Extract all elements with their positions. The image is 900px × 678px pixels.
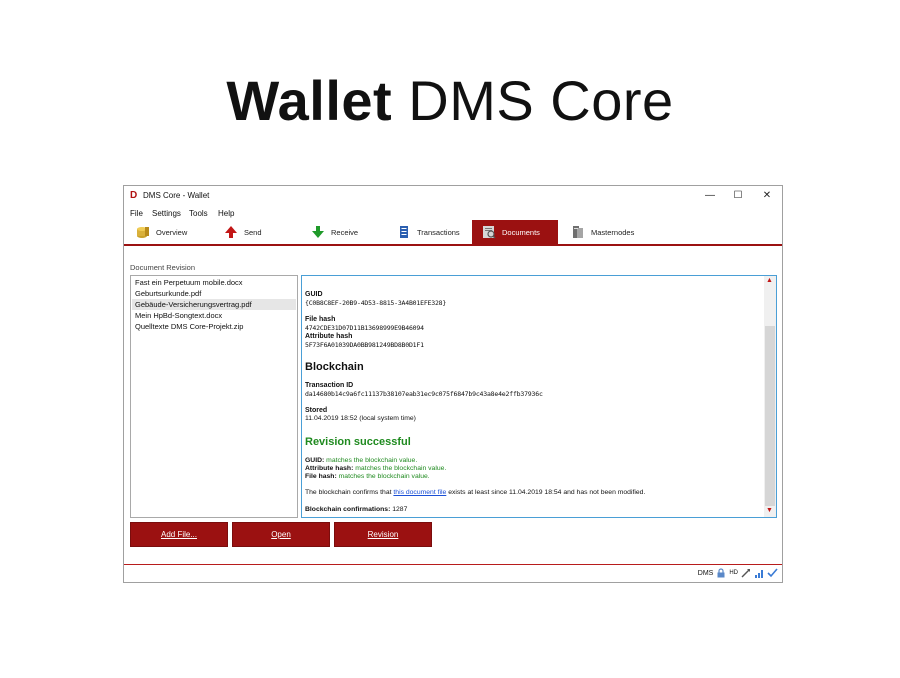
unit-label[interactable]: DMS	[698, 570, 714, 577]
title-light: DMS Core	[408, 69, 674, 132]
app-window: D DMS Core - Wallet — ☐ ✕ File Settings …	[123, 185, 783, 583]
revision-heading: Revision successful	[305, 436, 411, 448]
confirm-sentence: The blockchain confirms that this docume…	[305, 489, 645, 496]
list-item[interactable]: Mein HpBd-Songtext.docx	[132, 310, 296, 321]
app-logo-icon: D	[130, 190, 138, 201]
guid-value: {C0B8C8EF-20B9-4D53-8815-3A4B01EFE328}	[305, 299, 447, 307]
page-title: Wallet DMS Core	[0, 68, 900, 133]
list-item-selected[interactable]: Gebäude-Versicherungsvertrag.pdf	[132, 299, 296, 310]
synced-check-icon	[767, 568, 778, 578]
hd-icon: HD	[729, 570, 738, 576]
txid-value: da14680b14c9a6fc11137b38107eab31ec9c075f…	[305, 390, 543, 398]
file-match-text: matches the blockchain value.	[338, 473, 430, 480]
document-icon	[483, 226, 496, 239]
receive-arrow-icon	[312, 226, 324, 238]
list-item[interactable]: Quelltexte DMS Core-Projekt.zip	[132, 321, 296, 332]
attr-match-line: Attribute hash: matches the blockchain v…	[305, 465, 446, 472]
send-arrow-icon	[225, 226, 237, 238]
tab-label: Masternodes	[591, 227, 635, 237]
coins-icon	[137, 227, 149, 238]
tab-documents[interactable]: Documents	[472, 220, 558, 244]
attribute-hash-value: 5F73F6A01039DA0BB981249BD8B0D1F1	[305, 341, 424, 349]
tab-bar: Overview Send Receive Transactions Docum…	[124, 220, 782, 244]
scroll-up-icon[interactable]: ▲	[766, 277, 773, 284]
tab-send[interactable]: Send	[224, 220, 304, 244]
tab-masternodes[interactable]: Masternodes	[571, 220, 661, 244]
list-icon	[400, 226, 408, 238]
tab-receive[interactable]: Receive	[311, 220, 391, 244]
section-label: Document Revision	[130, 263, 196, 272]
confirm-prefix: The blockchain confirms that	[305, 489, 392, 496]
blockchain-heading: Blockchain	[305, 361, 364, 373]
tab-label: Transactions	[417, 227, 460, 237]
confirmations-label: Blockchain confirmations:	[305, 506, 391, 513]
title-bar: D DMS Core - Wallet — ☐ ✕	[124, 186, 782, 206]
minimize-button[interactable]: —	[699, 188, 721, 204]
signal-bars-icon	[755, 570, 763, 578]
guid-label: GUID	[305, 291, 323, 298]
stored-value: 11.04.2019 18:52 (local system time)	[305, 415, 416, 422]
file-match-label: File hash:	[305, 473, 337, 480]
menu-bar: File Settings Tools Help	[124, 207, 782, 221]
tab-overview[interactable]: Overview	[136, 220, 216, 244]
confirm-suffix: exists at least since 11.04.2019 18:54 a…	[448, 489, 646, 496]
document-detail-panel[interactable]: GUID {C0B8C8EF-20B9-4D53-8815-3A4B01EFE3…	[301, 275, 777, 518]
file-list[interactable]: Fast ein Perpetuum mobile.docx Geburtsur…	[130, 275, 298, 518]
status-divider	[124, 564, 782, 565]
attr-match-text: matches the blockchain value.	[355, 465, 447, 472]
add-file-button[interactable]: Add File...	[130, 522, 228, 547]
tab-divider	[124, 244, 782, 246]
lock-icon	[717, 568, 725, 578]
scrollbar[interactable]: ▲ ▼	[764, 276, 776, 517]
add-file-label: Add File...	[160, 530, 197, 539]
window-title: DMS Core - Wallet	[143, 191, 210, 200]
menu-settings[interactable]: Settings	[152, 209, 181, 218]
confirmations-line: Blockchain confirmations: 1287	[305, 506, 407, 513]
scroll-down-icon[interactable]: ▼	[766, 507, 773, 514]
attribute-hash-label: Attribute hash	[305, 333, 353, 340]
menu-file[interactable]: File	[130, 209, 143, 218]
maximize-button[interactable]: ☐	[727, 188, 749, 204]
txid-label: Transaction ID	[305, 382, 354, 389]
menu-tools[interactable]: Tools	[189, 209, 208, 218]
file-hash-label: File hash	[305, 316, 336, 323]
server-icon	[573, 226, 583, 238]
list-item[interactable]: Geburtsurkunde.pdf	[132, 288, 296, 299]
scroll-thumb[interactable]	[765, 326, 775, 506]
confirmations-value: 1287	[392, 506, 408, 513]
list-item[interactable]: Fast ein Perpetuum mobile.docx	[132, 277, 296, 288]
document-file-link[interactable]: this document file	[393, 489, 446, 496]
close-button[interactable]: ✕	[756, 188, 778, 204]
menu-help[interactable]: Help	[218, 209, 234, 218]
file-hash-value: 4742CDE31D07D11B13698999E9B46094	[305, 324, 424, 332]
status-bar: DMS HD	[698, 568, 778, 578]
open-button[interactable]: Open	[232, 522, 330, 547]
file-match-line: File hash: matches the blockchain value.	[305, 473, 430, 480]
title-bold: Wallet	[226, 69, 393, 132]
attr-match-label: Attribute hash:	[305, 465, 354, 472]
tab-label: Documents	[502, 227, 540, 237]
tab-label: Send	[244, 227, 262, 237]
tab-label: Receive	[331, 227, 359, 237]
tab-transactions[interactable]: Transactions	[397, 220, 482, 244]
guid-match-line: GUID: matches the blockchain value.	[305, 457, 417, 464]
stored-label: Stored	[305, 407, 328, 414]
guid-match-label: GUID:	[305, 457, 325, 464]
tools-icon	[741, 569, 750, 578]
open-label: Open	[271, 530, 291, 539]
revision-label: Revision	[367, 530, 399, 539]
revision-button[interactable]: Revision	[334, 522, 432, 547]
guid-match-text: matches the blockchain value.	[326, 457, 418, 464]
tab-label: Overview	[156, 227, 188, 237]
